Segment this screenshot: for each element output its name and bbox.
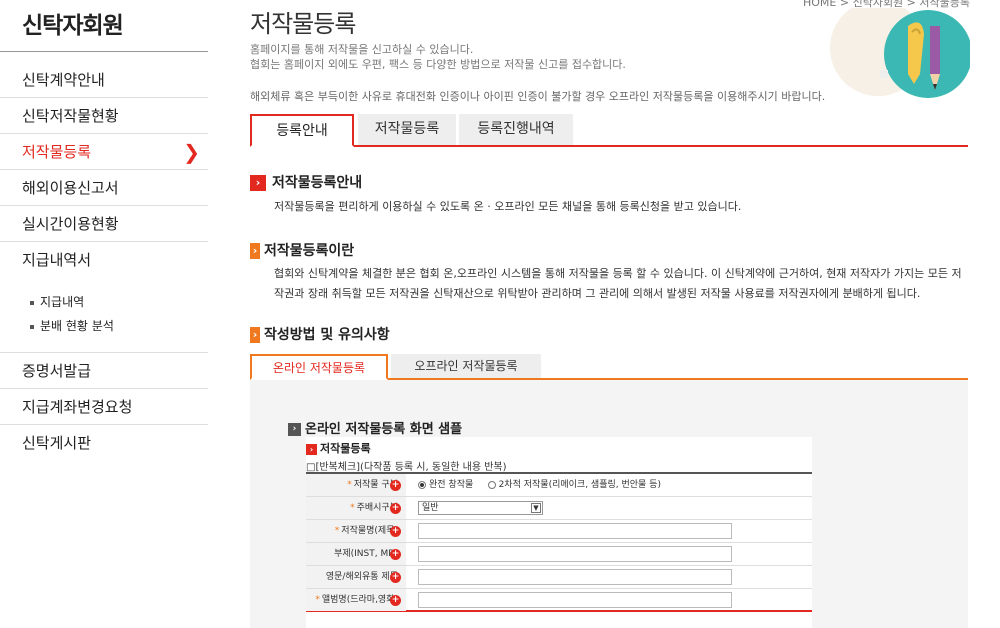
sidebar-title: 신탁자회원	[22, 13, 124, 39]
tab-label: 등록진행내역	[477, 121, 555, 137]
tab-label: 등록안내	[276, 123, 328, 139]
section-what-title: › 저작물등록이란	[250, 240, 354, 260]
repeat-checkbox-label[interactable]: □[반복체크](다작품 등록 시, 동일한 내용 반복)	[306, 458, 507, 473]
sidebar-item-board[interactable]: 신탁게시판	[0, 425, 208, 461]
sample-panel: › 온라인 저작물등록 화면 샘플 › 저작물등록 □[반복체크](다작품 등록 시…	[250, 380, 968, 628]
sidebar-item-overseas-report[interactable]: 해외이용신고서	[0, 170, 208, 206]
section-guide-title: › 저작물등록안내	[250, 172, 362, 192]
work-type-radios: 완전 창작물 2차적 저작물(리메이크, 샘플링, 번안물 등)	[418, 477, 661, 490]
chevron-down-icon: ▼	[531, 503, 541, 513]
bullet-icon	[30, 324, 34, 329]
sidebar-subitem-distribution-analysis[interactable]: 분배 현황 분석	[30, 314, 208, 338]
notice-text: 해외체류 혹은 부득이한 사유로 휴대전화 인증이나 아이핀 인증이 불가할 경…	[250, 90, 826, 103]
subtab-offline-registration[interactable]: 오프라인 저작물등록	[391, 354, 541, 378]
form-row-subtitle: 부제(INST, MR) +	[306, 543, 812, 566]
sidebar-item-label: 증명서발급	[22, 362, 92, 380]
intro-line: 협회는 홈페이지 외에도 우편, 팩스 등 다양한 방법으로 저작물 신고를 접…	[250, 58, 626, 71]
add-icon[interactable]: +	[390, 480, 401, 491]
sidebar-item-label: 지급계좌변경요청	[22, 398, 133, 416]
form-row-work-type: * 저작물 구분 + 완전 창작물 2차적 저작물(리메이크, 샘플링, 번안물 …	[306, 474, 812, 497]
sidebar: 신탁자회원 신탁계약안내 신탁저작물현황 저작물등록 ❯ 해외이용신고서 실시간이…	[0, 0, 208, 628]
pencil-illustration-icon	[830, 8, 970, 98]
sidebar-item-label: 신탁게시판	[22, 434, 92, 452]
intro-line: 홈페이지를 통해 저작물을 신고하실 수 있습니다.	[250, 43, 474, 56]
section-guide-text: 저작물등록을 편리하게 이용하실 수 있도록 온 · 오프라인 모든 채널을 통…	[274, 200, 742, 213]
bullet-icon	[30, 300, 34, 305]
sidebar-item-label: 저작물등록	[22, 143, 92, 161]
method-subtabs: 온라인 저작물등록 오프라인 저작물등록	[250, 354, 968, 380]
sidebar-item-account-change[interactable]: 지급계좌변경요청	[0, 389, 208, 425]
arrow-right-icon: ›	[306, 443, 317, 455]
sidebar-submenu: 지급내역 분배 현황 분석	[0, 278, 208, 353]
chevron-right-icon: ❯	[183, 140, 200, 164]
sidebar-item-label: 신탁계약안내	[22, 71, 105, 89]
form-row-work-title: * 저작물명(제목) +	[306, 520, 812, 543]
sidebar-item-payment-statement[interactable]: 지급내역서	[0, 242, 208, 278]
english-title-input[interactable]	[418, 569, 732, 585]
radio-derivative[interactable]	[487, 480, 496, 489]
subtitle-input[interactable]	[418, 546, 732, 562]
sidebar-divider	[0, 51, 208, 52]
sidebar-subitem-payment-history[interactable]: 지급내역	[30, 290, 208, 314]
work-title-input[interactable]	[418, 523, 732, 539]
sample-title: › 온라인 저작물등록 화면 샘플	[288, 418, 462, 437]
sample-form: › 저작물등록 □[반복체크](다작품 등록 시, 동일한 내용 반복) * 저작물…	[306, 437, 812, 628]
arrow-right-icon: ›	[250, 327, 260, 343]
page-title: 저작물등록	[250, 10, 356, 38]
form-row-album-title: * 앨범명(드라마,영화) +	[306, 589, 812, 612]
sidebar-item-trust-works[interactable]: 신탁저작물현황	[0, 98, 208, 134]
add-icon[interactable]: +	[390, 549, 401, 560]
distribution-type-select[interactable]: 일반 ▼	[418, 501, 543, 515]
form-row-distribution-type: * 주배시구분 + 일반 ▼	[306, 497, 812, 520]
sidebar-item-label: 지급내역서	[22, 251, 92, 269]
subtab-online-registration[interactable]: 온라인 저작물등록	[250, 354, 388, 380]
sidebar-item-certificate[interactable]: 증명서발급	[0, 353, 208, 389]
sidebar-item-contract-guide[interactable]: 신탁계약안내	[0, 62, 208, 98]
sidebar-item-label: 실시간이용현황	[22, 215, 119, 233]
add-icon[interactable]: +	[390, 595, 401, 606]
intro-text: 홈페이지를 통해 저작물을 신고하실 수 있습니다. 협회는 홈페이지 외에도 …	[250, 42, 626, 72]
sidebar-item-label: 해외이용신고서	[22, 179, 119, 197]
form-table: * 저작물 구분 + 완전 창작물 2차적 저작물(리메이크, 샘플링, 번안물 …	[306, 472, 812, 612]
sidebar-menu: 신탁계약안내 신탁저작물현황 저작물등록 ❯ 해외이용신고서 실시간이용현황 지급…	[0, 62, 208, 461]
add-icon[interactable]: +	[390, 526, 401, 537]
tab-registration-progress[interactable]: 등록진행내역	[459, 114, 573, 145]
sidebar-item-realtime-usage[interactable]: 실시간이용현황	[0, 206, 208, 242]
add-icon[interactable]: +	[390, 503, 401, 514]
tab-work-registration[interactable]: 저작물등록	[358, 114, 456, 145]
form-row-english-title: 영문/해외유통 제목 +	[306, 566, 812, 589]
page: 신탁자회원 신탁계약안내 신탁저작물현황 저작물등록 ❯ 해외이용신고서 실시간이…	[0, 0, 1000, 628]
add-icon[interactable]: +	[390, 572, 401, 583]
sidebar-item-work-registration[interactable]: 저작물등록 ❯	[0, 134, 208, 170]
section-what-text: 협회와 신탁계약을 체결한 분은 협회 온,오프라인 시스템을 통해 저작물을 …	[274, 267, 962, 300]
section-method-title: › 작성방법 및 유의사항	[250, 324, 390, 344]
tab-registration-guide-active[interactable]: 등록안내	[250, 114, 354, 147]
main-content: HOME > 신탁자회원 > 저작물등록 저작물등록 홈페이지를 통해 저작물을…	[250, 0, 1000, 628]
album-title-input[interactable]	[418, 592, 732, 608]
radio-original[interactable]	[418, 480, 426, 489]
form-title: › 저작물등록	[306, 440, 371, 456]
tab-label: 저작물등록	[374, 121, 440, 137]
arrow-right-icon: ›	[250, 243, 260, 259]
arrow-right-icon: ›	[250, 175, 266, 191]
sidebar-item-label: 신탁저작물현황	[22, 107, 119, 125]
arrow-right-icon: ›	[288, 423, 301, 436]
main-tabs: 등록안내 저작물등록 등록진행내역	[250, 114, 968, 147]
